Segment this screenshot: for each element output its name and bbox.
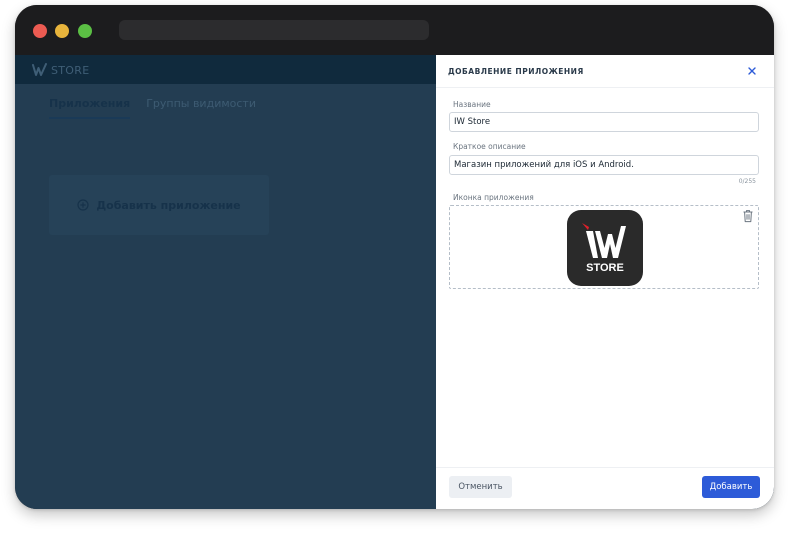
address-bar[interactable]: [119, 20, 429, 40]
drawer-title: ДОБАВЛЕНИЕ ПРИЛОЖЕНИЯ: [448, 67, 584, 76]
add-app-button[interactable]: Добавить приложение: [49, 175, 269, 235]
iw-store-logo-icon: [582, 223, 626, 258]
logo-text: STORE: [51, 63, 90, 77]
drawer-footer: Отменить Добавить: [436, 467, 774, 509]
trash-icon[interactable]: [742, 209, 754, 223]
description-label: Краткое описание: [453, 142, 526, 151]
name-label: Название: [453, 100, 491, 109]
add-app-label: Добавить приложение: [96, 198, 241, 212]
close-icon[interactable]: [746, 65, 758, 77]
tab-visibility-groups[interactable]: Группы видимости: [146, 97, 256, 119]
iw-logo-icon: [32, 63, 47, 76]
add-button[interactable]: Добавить: [702, 476, 760, 498]
name-input[interactable]: [449, 112, 759, 132]
close-window-button[interactable]: [33, 24, 47, 38]
app-icon-dropzone[interactable]: STORE: [449, 205, 759, 289]
add-app-drawer: ДОБАВЛЕНИЕ ПРИЛОЖЕНИЯ Название Краткое о…: [436, 55, 774, 509]
browser-window: STORE Приложения Группы видимости Добави…: [15, 5, 774, 509]
app-icon-text: STORE: [586, 262, 624, 274]
app-logo[interactable]: STORE: [32, 62, 89, 78]
tab-bar: Приложения Группы видимости: [49, 97, 272, 119]
description-input[interactable]: [449, 155, 759, 175]
plus-circle-icon: [77, 199, 89, 211]
description-char-counter: 0/255: [738, 178, 756, 185]
minimize-window-button[interactable]: [55, 24, 69, 38]
cancel-button[interactable]: Отменить: [449, 476, 512, 498]
maximize-window-button[interactable]: [78, 24, 92, 38]
tab-applications[interactable]: Приложения: [49, 97, 131, 119]
drawer-header: ДОБАВЛЕНИЕ ПРИЛОЖЕНИЯ: [436, 55, 774, 88]
app-content: STORE Приложения Группы видимости Добави…: [15, 55, 774, 509]
app-icon-preview: STORE: [567, 210, 643, 286]
app-icon-label: Иконка приложения: [453, 193, 534, 202]
window-titlebar: [15, 5, 774, 55]
